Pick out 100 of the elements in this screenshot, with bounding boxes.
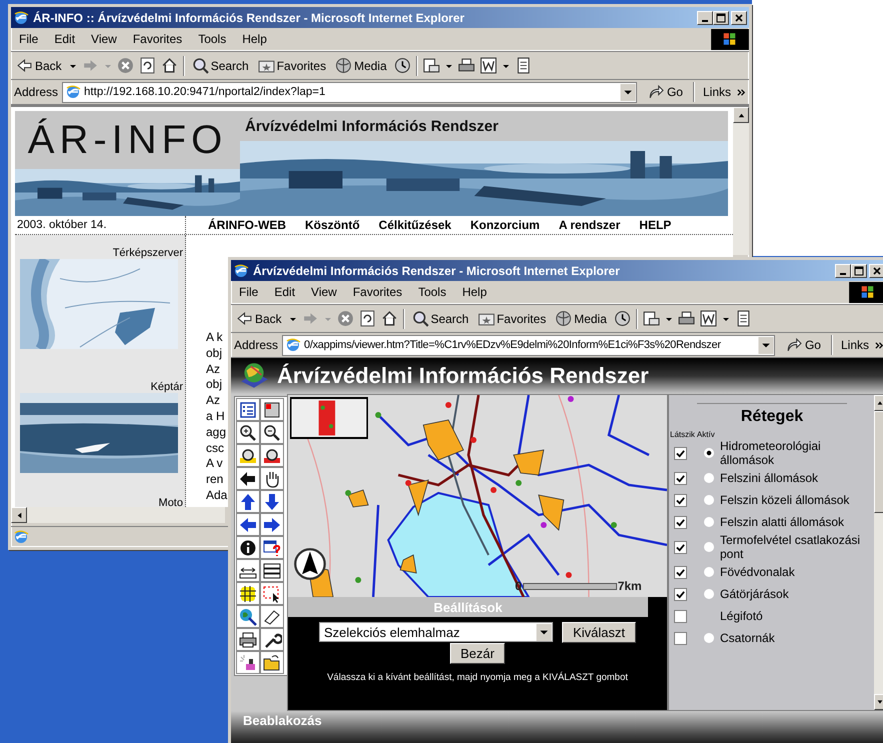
links-button[interactable]: Links <box>698 85 733 99</box>
dropdown-icon[interactable] <box>620 84 636 100</box>
tool-button[interactable] <box>260 536 284 559</box>
scrollbar[interactable] <box>874 395 883 710</box>
close-button[interactable] <box>731 10 747 24</box>
mail-icon[interactable] <box>422 57 440 74</box>
refresh-icon[interactable] <box>138 57 156 74</box>
links-button[interactable]: Links <box>836 338 871 352</box>
menu-item[interactable]: File <box>11 32 46 46</box>
stop-icon[interactable] <box>116 57 134 74</box>
refresh-icon[interactable] <box>358 310 376 327</box>
radio-button[interactable] <box>704 448 714 458</box>
tool-button[interactable] <box>260 559 284 582</box>
stop-icon[interactable] <box>336 310 354 327</box>
checkbox[interactable] <box>674 472 687 484</box>
media-button[interactable]: Media <box>333 57 389 74</box>
nav-link[interactable]: Köszöntő <box>305 218 360 232</box>
tool-button[interactable] <box>260 605 284 628</box>
address-field[interactable]: 0/xappims/viewer.htm?Title=%C1rv%EDzv%E9delmi%20Inform%E1ci%F3s%20Rendszer <box>282 334 775 356</box>
checkbox[interactable] <box>674 540 687 554</box>
scroll-down-icon[interactable] <box>876 698 883 706</box>
nav-link[interactable]: ÁRINFO-WEB <box>208 218 286 232</box>
tool-button[interactable] <box>260 444 284 467</box>
tool-button[interactable] <box>236 513 260 536</box>
mail-icon[interactable] <box>642 310 660 327</box>
tool-button[interactable] <box>236 628 260 651</box>
nav-link[interactable]: HELP <box>639 218 672 232</box>
checkbox[interactable] <box>674 516 687 528</box>
menu-item[interactable]: Help <box>454 285 495 299</box>
history-icon[interactable] <box>394 57 411 74</box>
scrollbar[interactable] <box>733 107 749 255</box>
tool-button[interactable] <box>236 467 260 490</box>
radio-button[interactable] <box>704 542 714 552</box>
menu-item[interactable]: View <box>303 285 345 299</box>
maximize-button[interactable] <box>851 264 867 278</box>
tool-button[interactable] <box>236 398 260 421</box>
tool-button[interactable] <box>236 651 260 674</box>
tool-button[interactable] <box>260 582 284 605</box>
tool-button[interactable] <box>260 398 284 421</box>
printer-icon[interactable] <box>458 57 475 74</box>
tool-button[interactable] <box>236 490 260 513</box>
maximize-button[interactable] <box>713 10 729 24</box>
back-button[interactable]: Back <box>234 310 284 327</box>
menu-item[interactable]: Edit <box>266 285 304 299</box>
printer-icon[interactable] <box>678 310 695 327</box>
notepad-icon[interactable] <box>734 310 752 327</box>
radio-button[interactable] <box>704 495 714 505</box>
media-button[interactable]: Media <box>553 310 609 327</box>
favorites-button[interactable]: Favorites <box>476 310 548 327</box>
home-icon[interactable] <box>160 57 178 74</box>
scroll-up-icon[interactable] <box>876 399 883 407</box>
nav-link[interactable]: Konzorcium <box>470 218 540 232</box>
map-thumbnail[interactable] <box>20 259 178 349</box>
dropdown-icon[interactable] <box>758 336 774 354</box>
home-icon[interactable] <box>380 310 398 327</box>
select-button[interactable]: Kiválaszt <box>562 622 636 643</box>
tool-button[interactable] <box>260 513 284 536</box>
sidebar-link[interactable]: Moto <box>158 497 185 507</box>
checkbox[interactable] <box>674 610 687 622</box>
radio-button[interactable] <box>704 517 714 527</box>
dropdown-icon[interactable] <box>536 624 552 640</box>
address-field[interactable]: http://192.168.10.20:9471/nportal2/index?lap=1 <box>62 82 637 102</box>
document-icon[interactable] <box>480 57 497 74</box>
menu-item[interactable]: File <box>231 285 266 299</box>
overview-map[interactable] <box>290 397 368 439</box>
tool-button[interactable] <box>236 559 260 582</box>
chevron-icon[interactable] <box>737 88 746 96</box>
close-panel-button[interactable]: Bezár <box>450 643 506 664</box>
nav-link[interactable]: A rendszer <box>558 218 620 232</box>
menu-item[interactable]: Tools <box>410 285 454 299</box>
tool-button[interactable] <box>236 536 260 559</box>
close-button[interactable] <box>869 264 883 278</box>
go-button[interactable]: Go <box>640 84 689 100</box>
tool-button[interactable] <box>236 421 260 444</box>
history-icon[interactable] <box>614 310 631 327</box>
document-icon[interactable] <box>700 310 717 327</box>
go-button[interactable]: Go <box>778 336 827 354</box>
minimize-button[interactable] <box>697 10 713 24</box>
menu-item[interactable]: Favorites <box>344 285 410 299</box>
menu-item[interactable]: Favorites <box>124 32 190 46</box>
tool-button[interactable] <box>260 467 284 490</box>
sidebar-link[interactable]: Képtár <box>150 381 185 393</box>
nav-link[interactable]: Célkitűzések <box>378 218 452 232</box>
tool-button[interactable] <box>260 490 284 513</box>
menu-item[interactable]: Tools <box>190 32 234 46</box>
checkbox[interactable] <box>674 566 687 578</box>
tool-button[interactable] <box>260 421 284 444</box>
tool-button[interactable] <box>260 651 284 674</box>
checkbox[interactable] <box>674 632 687 644</box>
notepad-icon[interactable] <box>514 57 532 74</box>
menu-item[interactable]: Help <box>234 32 275 46</box>
radio-button[interactable] <box>704 633 714 643</box>
menu-item[interactable]: View <box>83 32 125 46</box>
favorites-button[interactable]: Favorites <box>256 57 328 74</box>
select-field[interactable]: Szelekciós elemhalmaz <box>318 622 553 642</box>
back-button[interactable]: Back <box>14 57 64 74</box>
minimize-button[interactable] <box>835 264 851 278</box>
tool-button[interactable] <box>236 582 260 605</box>
radio-button[interactable] <box>704 589 714 599</box>
tool-button[interactable] <box>236 444 260 467</box>
